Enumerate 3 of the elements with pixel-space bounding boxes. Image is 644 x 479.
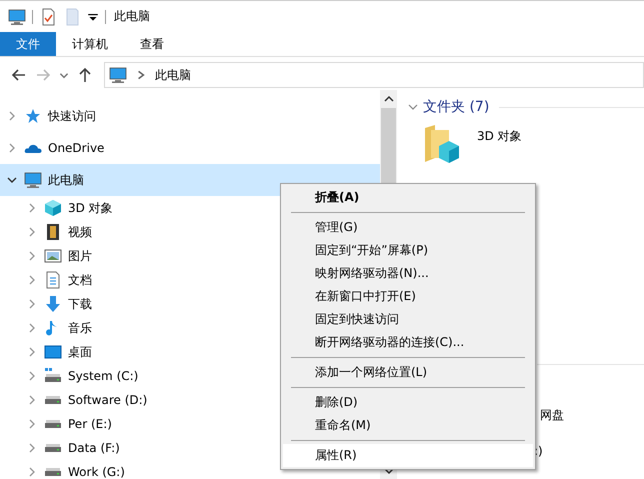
window-title: 此电脑 — [114, 8, 150, 25]
address-text: 此电脑 — [155, 66, 191, 84]
tree-item-label: 此电脑 — [48, 172, 84, 188]
